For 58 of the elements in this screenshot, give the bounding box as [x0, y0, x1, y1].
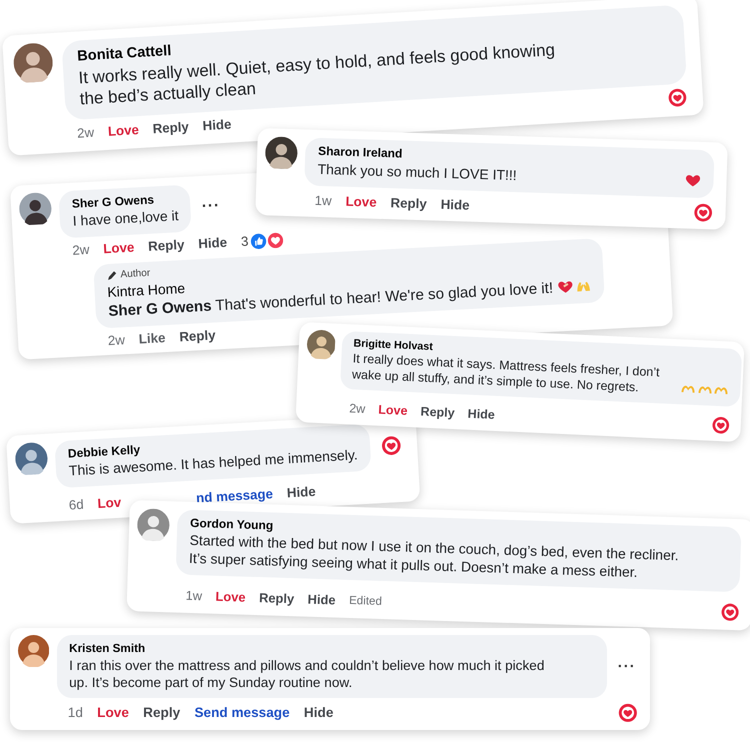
author-name: Brigitte Holvast: [353, 336, 434, 353]
timestamp: 6d: [68, 496, 84, 513]
react-link[interactable]: Love: [102, 240, 135, 257]
author-name: Bonita Cattell: [76, 42, 172, 65]
avatar: [306, 329, 336, 360]
author-name: Gordon Young: [190, 516, 274, 532]
edited-label: Edited: [348, 594, 382, 608]
author-name: Kintra Home: [106, 280, 186, 300]
action-link[interactable]: Reply: [148, 237, 185, 254]
comment-text: I ran this over the mattress and pillows and couldn’t believe how much it picked up. It’s become part of my Sunday routine now.: [69, 656, 546, 692]
avatar: [265, 136, 298, 170]
action-link[interactable]: Hide: [198, 235, 228, 252]
action-link[interactable]: Reply: [152, 119, 190, 136]
author-name: Debbie Kelly: [68, 442, 140, 461]
react-link[interactable]: Love: [97, 705, 129, 720]
avatar: [18, 192, 53, 226]
react-link[interactable]: Love: [378, 402, 408, 418]
react-link[interactable]: Like: [138, 330, 166, 346]
more-options-button[interactable]: ···: [201, 197, 221, 216]
action-link[interactable]: Hide: [440, 196, 470, 212]
avatar: [12, 42, 54, 84]
action-link[interactable]: Reply: [420, 404, 455, 420]
comment-text: It really does what it says. Mattress feels fresher, I don’t wake up all stuffy, and it’s simple to use. No regrets.: [352, 350, 661, 397]
comment-text: Thank you so much I LOVE IT!!!: [317, 160, 518, 186]
react-link[interactable]: Lov: [97, 494, 122, 511]
timestamp: 1d: [68, 705, 83, 720]
message-link[interactable]: nd message: [196, 486, 274, 506]
avatar: [137, 508, 170, 542]
avatar: [18, 635, 50, 667]
author-name: Kristen Smith: [69, 642, 146, 655]
action-link[interactable]: Hide: [202, 116, 232, 134]
avatar: [14, 441, 49, 476]
timestamp: 2w: [76, 125, 94, 141]
action-link[interactable]: Hide: [304, 705, 334, 720]
message-link[interactable]: Send message: [194, 705, 290, 720]
comment-text: Started with the bed but now I use it on the couch, dog’s bed, even the recliner. It’s super satisfying seeing what it pulls out. Doesn’t make a mess either.: [188, 532, 680, 582]
action-link[interactable]: Reply: [143, 705, 180, 720]
action-link[interactable]: Reply: [178, 327, 216, 344]
timestamp: 2w: [348, 401, 366, 416]
react-link[interactable]: Love: [345, 194, 377, 210]
action-link[interactable]: Hide: [467, 406, 496, 422]
pen-icon: [106, 270, 118, 282]
author-label: Author: [120, 268, 151, 281]
react-link[interactable]: Love: [215, 589, 246, 605]
action-link[interactable]: Hide: [307, 592, 336, 608]
action-link[interactable]: Hide: [286, 484, 316, 500]
like-icon: [250, 232, 268, 250]
timestamp: 2w: [108, 332, 126, 348]
more-options-button[interactable]: ···: [618, 658, 636, 676]
timestamp: 1w: [314, 192, 332, 208]
love-icon: [266, 231, 284, 249]
timestamp: 1w: [185, 588, 202, 604]
reaction-count: 3: [240, 234, 249, 250]
timestamp: 2w: [72, 242, 90, 258]
action-link[interactable]: Reply: [258, 590, 294, 606]
react-link[interactable]: Love: [108, 122, 140, 140]
author-name: Sharon Ireland: [318, 144, 403, 161]
action-link[interactable]: Reply: [390, 194, 427, 212]
